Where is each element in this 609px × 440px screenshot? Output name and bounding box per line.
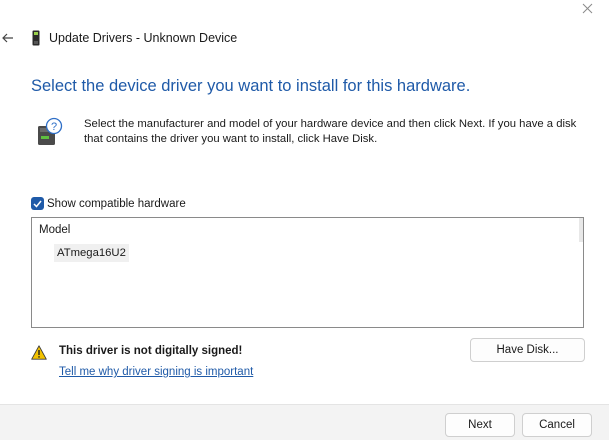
- have-disk-button[interactable]: Have Disk...: [470, 338, 585, 362]
- usb-device-icon: [32, 30, 40, 46]
- back-button[interactable]: [0, 28, 16, 48]
- next-button[interactable]: Next: [445, 413, 515, 437]
- instructions-text: Select the manufacturer and model of you…: [84, 118, 577, 145]
- dialog-title-bar: Update Drivers - Unknown Device: [31, 30, 237, 46]
- hardware-help-icon: ?: [38, 117, 63, 145]
- model-column-header: Model: [39, 224, 71, 236]
- show-compatible-hardware-checkbox[interactable]: Show compatible hardware: [31, 197, 186, 210]
- dialog-title: Update Drivers - Unknown Device: [49, 31, 238, 45]
- warning-icon: [31, 345, 47, 360]
- model-list[interactable]: Model ATmega16U2: [31, 217, 584, 328]
- unsigned-driver-warning: This driver is not digitally signed!: [59, 345, 243, 357]
- checkmark-icon: [33, 200, 42, 208]
- arrow-left-icon: [2, 33, 13, 43]
- dialog-footer: [0, 404, 609, 440]
- close-icon: [582, 3, 592, 13]
- driver-signing-help-link[interactable]: Tell me why driver signing is important: [59, 366, 253, 378]
- page-heading: Select the device driver you want to ins…: [31, 77, 471, 95]
- model-list-item[interactable]: ATmega16U2: [54, 244, 129, 262]
- cancel-button[interactable]: Cancel: [522, 413, 592, 437]
- checkbox-box[interactable]: [31, 197, 44, 210]
- close-button[interactable]: [573, 0, 601, 16]
- svg-text:?: ?: [51, 121, 57, 133]
- checkbox-label[interactable]: Show compatible hardware: [47, 198, 186, 210]
- list-scrollbar[interactable]: [579, 218, 583, 242]
